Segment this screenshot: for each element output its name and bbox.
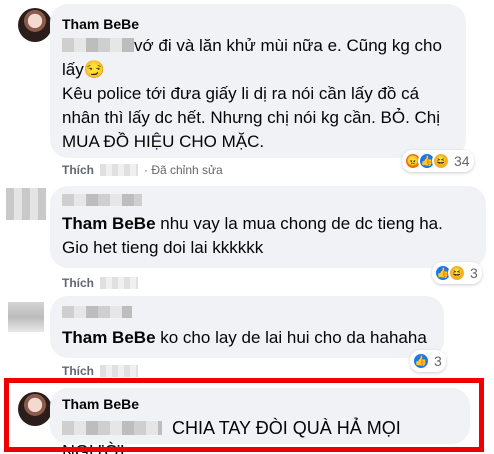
comment-text: vớ đi và lăn khử mùi nữa e. Cũng kg cho … [62,36,442,151]
comment-text: Tham BeBe ko cho lay de lai hui cho da h… [62,328,427,347]
timestamp[interactable] [100,164,138,176]
comment-meta: Thích · Đã chỉnh sửa [62,163,223,177]
comment-text: Tham BeBe nhu vay la mua chong de dc tie… [62,214,443,257]
comment-meta: Thích [62,276,138,290]
reaction-count: 3 [434,353,442,369]
comment-bubble: Tham BeBe nhu vay la mua chong de dc tie… [50,186,486,268]
avatar[interactable] [6,188,46,220]
haha-icon: 😆 [432,152,450,170]
comment-bubble: Tham BeBe vớ đi và lăn khử mùi nữa e. Cũ… [50,4,466,158]
reaction-summary[interactable]: 👍 3 [410,350,446,372]
timestamp[interactable] [100,365,138,377]
reaction-count: 34 [454,153,470,169]
like-icon: 👍 [412,352,430,370]
reaction-summary[interactable]: 👍 😆 3 [432,262,482,284]
haha-icon: 😆 [448,264,466,282]
comment-author[interactable]: Tham BeBe [62,14,454,34]
reaction-summary[interactable]: 😠 👍 😆 34 [402,150,474,172]
like-link[interactable]: Thích [62,364,94,378]
comment-author[interactable]: Tham BeBe [62,328,156,347]
comment-bubble: Tham BeBe ko cho lay de lai hui cho da h… [50,296,444,358]
like-link[interactable]: Thích [62,163,94,177]
highlight-frame [4,378,484,452]
avatar[interactable] [18,8,52,42]
avatar[interactable] [8,302,44,332]
pixelated-mention [62,38,134,52]
like-link[interactable]: Thích [62,276,94,290]
pixelated-mention [62,194,142,206]
comment-meta: Thích [62,364,138,378]
reaction-count: 3 [470,265,478,281]
timestamp[interactable] [100,277,138,289]
comment-author[interactable]: Tham BeBe [62,214,156,233]
pixelated-mention [62,306,132,318]
edited-label: · Đã chỉnh sửa [144,163,223,177]
